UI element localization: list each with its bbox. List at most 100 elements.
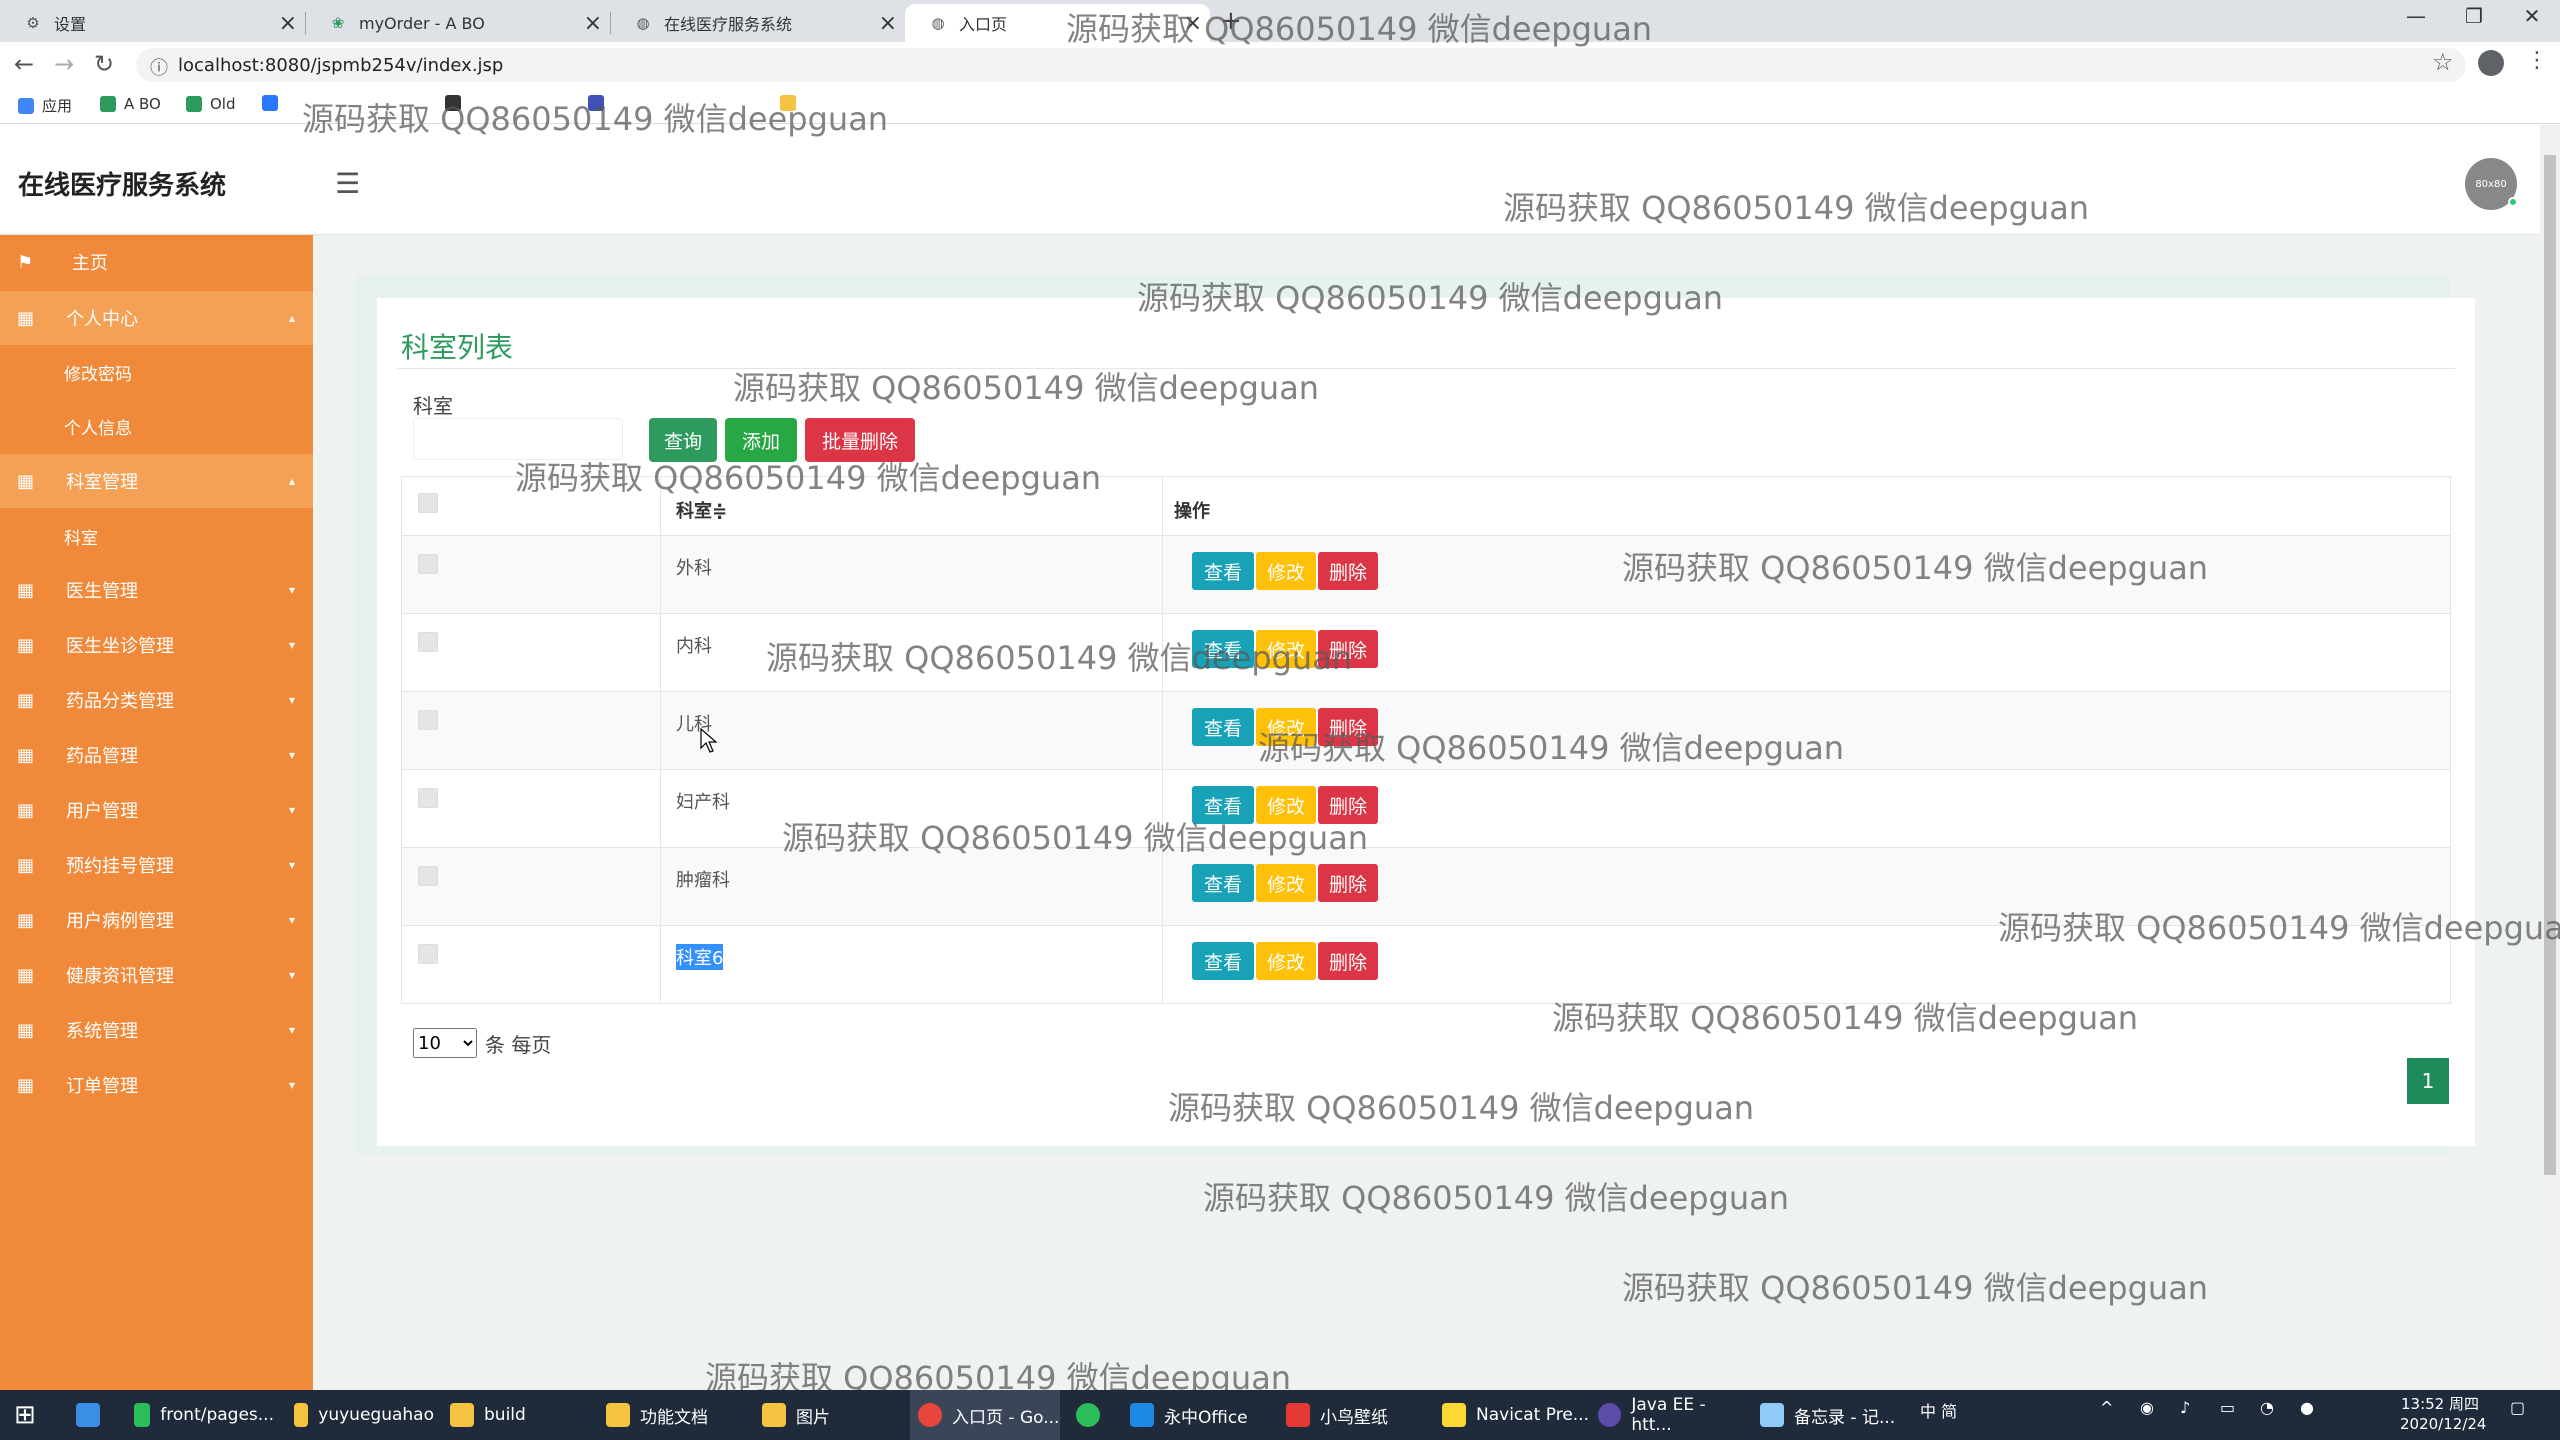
view-button[interactable]: 查看	[1192, 552, 1254, 590]
row-checkbox[interactable]	[418, 944, 438, 964]
taskbar-item-hbuilder[interactable]: front/pages...	[134, 1390, 274, 1440]
menu-icon[interactable]: ⋮	[2526, 48, 2548, 73]
taskbar-item-navicat[interactable]: Navicat Pre...	[1442, 1390, 1592, 1440]
bookmark-abo[interactable]: A BO	[100, 95, 161, 113]
sidebar: ⚑ 主页 ▦ 个人中心 ▴ 修改密码 个人信息 ▦ 科室管理 ▴ 科室 ▦ 医生…	[0, 235, 313, 1390]
taskbar-item-folder[interactable]: yuyueguahao	[294, 1390, 434, 1440]
row-checkbox[interactable]	[418, 710, 438, 730]
taskbar-app-icon[interactable]	[76, 1390, 110, 1440]
page-size-select[interactable]: 10	[413, 1028, 477, 1058]
close-icon[interactable]: ×	[879, 11, 897, 36]
row-checkbox[interactable]	[418, 788, 438, 808]
info-icon[interactable]: ⓘ	[150, 54, 168, 80]
pagination-page-button[interactable]: 1	[2407, 1058, 2449, 1104]
volume-icon[interactable]: ♪	[2180, 1398, 2190, 1417]
taskbar-app-icon[interactable]	[1076, 1390, 1110, 1440]
delete-button[interactable]: 删除	[1318, 864, 1378, 902]
bookmark-star-icon[interactable]: ☆	[2432, 48, 2454, 76]
tray-input-indicator[interactable]: 中 简	[1920, 1398, 1957, 1422]
sidebar-item-health-news[interactable]: ▦ 健康资讯管理 ▾	[0, 948, 313, 1002]
reload-icon[interactable]: ↻	[94, 50, 114, 78]
tab-myorder[interactable]: ❀ myOrder - A BO ×	[305, 4, 610, 42]
navicat-icon	[1442, 1403, 1466, 1427]
sidebar-item-doctor-schedule[interactable]: ▦ 医生坐诊管理 ▾	[0, 618, 313, 672]
sidebar-item-doctor[interactable]: ▦ 医生管理 ▾	[0, 563, 313, 617]
sidebar-item-appointment[interactable]: ▦ 预约挂号管理 ▾	[0, 838, 313, 892]
grid-icon: ▦	[17, 307, 35, 329]
select-all-checkbox[interactable]	[418, 493, 438, 513]
app-title: 在线医疗服务系统	[18, 171, 227, 201]
taskbar-item-folder[interactable]: build	[450, 1390, 560, 1440]
profile-icon[interactable]	[2478, 50, 2504, 76]
grid-icon: ▦	[17, 1074, 35, 1096]
flag-icon: ⚑	[17, 251, 34, 273]
watermark: 源码获取 QQ86050149 微信deepguan	[1066, 10, 1653, 48]
sidebar-item-personal-info[interactable]: 个人信息	[0, 399, 313, 453]
bookmark-apps[interactable]: 应用	[18, 95, 72, 116]
sidebar-item-drug[interactable]: ▦ 药品管理 ▾	[0, 728, 313, 782]
battery-icon[interactable]: ▭	[2220, 1398, 2235, 1417]
tab-medical[interactable]: ◍ 在线医疗服务系统 ×	[610, 4, 905, 42]
watermark: 源码获取 QQ86050149 微信deepguan	[1168, 1089, 1755, 1127]
taskbar-item-office[interactable]: 永中Office	[1130, 1390, 1270, 1440]
paw-icon[interactable]	[262, 95, 286, 111]
security-icon[interactable]: ●	[2300, 1398, 2314, 1417]
sidebar-item-personal[interactable]: ▦ 个人中心 ▴	[0, 291, 313, 345]
taskbar-clock[interactable]: 13:52 周四 2020/12/24	[2400, 1394, 2486, 1434]
chevron-up-icon: ▴	[288, 311, 295, 325]
scrollbar-thumb[interactable]	[2544, 155, 2556, 1175]
taskbar-item-notepad[interactable]: 备忘录 - 记...	[1760, 1390, 1900, 1440]
windows-start-icon[interactable]: ⊞	[14, 1390, 36, 1440]
row-checkbox[interactable]	[418, 866, 438, 886]
taskbar-item-eclipse[interactable]: Java EE - htt...	[1598, 1390, 1748, 1440]
sidebar-item-user[interactable]: ▦ 用户管理 ▾	[0, 783, 313, 837]
online-status-dot	[2508, 197, 2518, 207]
edit-button[interactable]: 修改	[1256, 552, 1316, 590]
grid-icon: ▦	[17, 634, 35, 656]
close-icon[interactable]: ×	[279, 11, 297, 36]
taskbar-item-chrome[interactable]: 入口页 - Go...	[910, 1390, 1060, 1440]
sidebar-item-home[interactable]: ⚑ 主页	[0, 235, 313, 289]
grid-icon: ▦	[17, 964, 35, 986]
watermark: 源码获取 QQ86050149 微信deepguan	[1552, 999, 2139, 1037]
network-icon[interactable]: ◉	[2140, 1398, 2154, 1417]
sidebar-item-dept-mgmt[interactable]: ▦ 科室管理 ▴	[0, 454, 313, 508]
dept-list-panel: 科室列表 科室 查询 添加 批量删除 科室≑ 操作 外科 查看 修改 删除 内科…	[377, 298, 2475, 1146]
sidebar-item-case[interactable]: ▦ 用户病例管理 ▾	[0, 893, 313, 947]
bookmark-old[interactable]: Old	[186, 95, 236, 113]
close-window-icon[interactable]: ✕	[2504, 4, 2560, 28]
taskbar-item-folder[interactable]: 图片	[762, 1390, 872, 1440]
hamburger-menu-icon[interactable]: ☰	[335, 167, 360, 200]
sidebar-item-change-password[interactable]: 修改密码	[0, 345, 313, 399]
taskbar-item-folder[interactable]: 功能文档	[606, 1390, 736, 1440]
edit-button[interactable]: 修改	[1256, 942, 1316, 980]
url-input[interactable]: ⓘ localhost:8080/jspmb254v/index.jsp	[136, 48, 2466, 82]
edit-button[interactable]: 修改	[1256, 864, 1316, 902]
row-checkbox[interactable]	[418, 632, 438, 652]
globe-icon: ◍	[636, 14, 650, 32]
maximize-icon[interactable]: ❐	[2446, 4, 2502, 28]
close-icon[interactable]: ×	[584, 11, 602, 36]
taskbar-item-wallpaper[interactable]: 小鸟壁纸	[1286, 1390, 1416, 1440]
grid-icon: ▦	[17, 470, 35, 492]
delete-button[interactable]: 删除	[1318, 552, 1378, 590]
page-scrollbar[interactable]	[2540, 125, 2560, 1390]
view-button[interactable]: 查看	[1192, 864, 1254, 902]
sidebar-item-drug-category[interactable]: ▦ 药品分类管理 ▾	[0, 673, 313, 727]
minimize-icon[interactable]: —	[2388, 4, 2444, 28]
sidebar-item-orders[interactable]: ▦ 订单管理 ▾	[0, 1058, 313, 1112]
view-button[interactable]: 查看	[1192, 708, 1254, 746]
delete-button[interactable]: 删除	[1318, 942, 1378, 980]
row-checkbox[interactable]	[418, 554, 438, 574]
back-icon[interactable]: ←	[14, 50, 34, 78]
page-size-suffix: 条 每页	[485, 1032, 552, 1057]
chevron-up-icon[interactable]: ^	[2100, 1398, 2113, 1417]
notification-icon[interactable]: ▢	[2510, 1398, 2525, 1417]
forward-icon[interactable]: →	[54, 50, 74, 78]
view-button[interactable]: 查看	[1192, 942, 1254, 980]
tab-settings[interactable]: ⚙ 设置 ×	[0, 4, 305, 42]
wifi-icon[interactable]: ◔	[2260, 1398, 2274, 1417]
sidebar-item-system[interactable]: ▦ 系统管理 ▾	[0, 1003, 313, 1057]
col-dept-header[interactable]: 科室≑	[676, 497, 727, 523]
sidebar-item-dept[interactable]: 科室	[0, 509, 313, 563]
